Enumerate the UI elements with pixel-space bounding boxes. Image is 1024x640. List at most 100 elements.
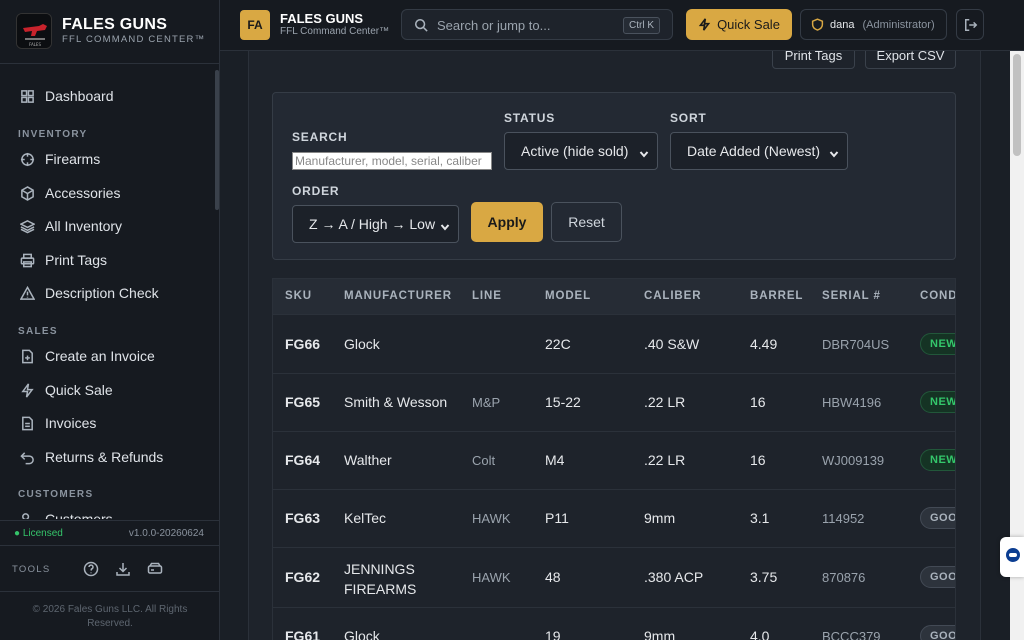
cell-manufacturer: Smith & Wesson xyxy=(344,394,448,410)
column-header-sku[interactable]: SKU xyxy=(285,290,312,302)
cell-caliber: .380 ACP xyxy=(644,569,704,585)
column-header-line[interactable]: LINE xyxy=(472,290,502,302)
user-avatar-badge[interactable]: FA xyxy=(240,10,270,40)
sidebar-item-label: Firearms xyxy=(45,151,101,167)
sidebar-item-invoices[interactable]: Invoices xyxy=(8,408,208,438)
cell-barrel: 3.1 xyxy=(750,510,770,526)
export-csv-button[interactable]: Export CSV xyxy=(865,51,956,69)
page-scrollbar-thumb[interactable] xyxy=(1013,54,1021,156)
inventory-search-input[interactable]: Manufacturer, model, serial, caliber xyxy=(292,152,492,170)
global-search-input[interactable]: Search or jump to... Ctrl K xyxy=(401,9,673,40)
quick-sale-label: Quick Sale xyxy=(717,17,780,32)
table-header: SKU MANUFACTURER LINE MODEL CALIBER BARR… xyxy=(273,279,955,315)
sort-select-value: Date Added (Newest) xyxy=(687,143,821,159)
chevron-down-icon xyxy=(440,219,450,231)
dashboard-icon xyxy=(21,89,34,103)
help-icon[interactable] xyxy=(83,561,99,577)
sidebar-item-dashboard[interactable]: Dashboard xyxy=(8,81,208,111)
table-row[interactable]: FG64 Walther Colt M4 .22 LR 16 WJ009139 … xyxy=(273,432,955,490)
column-header-manufacturer[interactable]: MANUFACTURER xyxy=(344,290,452,302)
main-content: Print Tags Export CSV SEARCH Manufacture… xyxy=(220,51,1010,640)
sidebar: FALES FALES GUNS FFL COMMAND CENTER™ Das… xyxy=(0,0,220,640)
sidebar-item-firearms[interactable]: Firearms xyxy=(8,144,208,174)
sidebar-item-label: Returns & Refunds xyxy=(45,449,164,465)
column-header-condition[interactable]: CONDITION xyxy=(920,290,955,302)
cell-manufacturer: Glock xyxy=(344,628,380,640)
sidebar-scrollbar[interactable] xyxy=(215,70,219,210)
column-header-model[interactable]: MODEL xyxy=(545,290,591,302)
sidebar-item-customers[interactable]: Customers xyxy=(8,504,208,519)
shield-icon xyxy=(811,18,824,31)
column-header-serial[interactable]: SERIAL # xyxy=(822,290,881,302)
order-select-value: Z → A / High → Low xyxy=(309,216,436,232)
brand-logo[interactable]: FALES xyxy=(16,13,52,49)
cell-caliber: 9mm xyxy=(644,628,676,640)
sidebar-item-all-inventory[interactable]: All Inventory xyxy=(8,211,208,241)
cell-model: 15-22 xyxy=(545,394,581,410)
sort-select[interactable]: Date Added (Newest) xyxy=(670,132,848,170)
cell-sku: FG61 xyxy=(285,628,321,640)
section-sales: SALES xyxy=(18,326,58,337)
logout-icon xyxy=(965,19,978,31)
sidebar-item-description-check[interactable]: Description Check xyxy=(8,278,208,308)
chat-icon xyxy=(1006,548,1020,562)
cell-serial: BCCC379 xyxy=(822,629,881,640)
print-tags-button[interactable]: Print Tags xyxy=(772,51,855,69)
sidebar-item-create-invoice[interactable]: Create an Invoice xyxy=(8,341,208,371)
topbar-title: FALES GUNS xyxy=(280,11,364,26)
global-search-placeholder: Search or jump to... xyxy=(437,18,551,33)
cell-serial: WJ009139 xyxy=(822,453,885,468)
cell-model: 19 xyxy=(545,628,561,640)
chat-widget-tab[interactable] xyxy=(1000,537,1024,577)
box-icon xyxy=(21,185,34,201)
quick-sale-button[interactable]: Quick Sale xyxy=(686,9,792,40)
printer-icon xyxy=(20,253,35,267)
logout-button[interactable] xyxy=(956,9,984,40)
column-header-caliber[interactable]: CALIBER xyxy=(644,290,701,302)
sidebar-item-accessories[interactable]: Accessories xyxy=(8,178,208,208)
section-inventory: INVENTORY xyxy=(18,129,88,140)
download-icon[interactable] xyxy=(115,561,131,577)
lightning-icon xyxy=(698,18,711,31)
condition-badge: GOOD xyxy=(920,625,955,640)
status-select[interactable]: Active (hide sold) xyxy=(504,132,658,170)
table-row[interactable]: FG63 KelTec HAWK P11 9mm 3.1 114952 GOOD xyxy=(273,490,955,548)
sidebar-item-label: Print Tags xyxy=(45,252,107,268)
chevron-down-icon xyxy=(829,146,839,158)
condition-badge: GOOD xyxy=(920,566,955,588)
sidebar-item-print-tags[interactable]: Print Tags xyxy=(8,245,208,275)
cell-caliber: 9mm xyxy=(644,510,676,526)
chevron-down-icon xyxy=(639,146,649,158)
sidebar-item-returns[interactable]: Returns & Refunds xyxy=(8,442,208,472)
sidebar-item-quick-sale[interactable]: Quick Sale xyxy=(8,375,208,405)
user-role: (Administrator) xyxy=(862,18,935,31)
reset-button[interactable]: Reset xyxy=(551,202,622,242)
cell-caliber: .22 LR xyxy=(644,452,686,468)
crosshair-icon xyxy=(20,152,35,166)
apply-button[interactable]: Apply xyxy=(471,202,543,242)
drive-icon[interactable] xyxy=(147,561,163,577)
inventory-table: SKU MANUFACTURER LINE MODEL CALIBER BARR… xyxy=(272,278,956,640)
sidebar-item-label: Quick Sale xyxy=(45,382,113,398)
cell-serial: 114952 xyxy=(822,511,865,526)
cell-sku: FG63 xyxy=(285,510,321,526)
table-row[interactable]: FG65 Smith & Wesson M&P 15-22 .22 LR 16 … xyxy=(273,374,955,432)
search-label: SEARCH xyxy=(292,130,348,144)
order-select[interactable]: Z → A / High → Low xyxy=(292,205,459,243)
sidebar-item-label: Invoices xyxy=(45,415,97,431)
cell-sku: FG65 xyxy=(285,394,321,410)
condition-badge: GOOD xyxy=(920,507,955,529)
brand-title: FALES GUNS xyxy=(62,16,168,33)
user-menu[interactable]: dana (Administrator) xyxy=(800,9,947,40)
cell-serial: 870876 xyxy=(822,570,866,585)
table-row[interactable]: FG61 Glock 19 9mm 4.0 BCCC379 GOOD xyxy=(273,608,955,640)
warning-icon xyxy=(20,285,35,300)
cell-serial: HBW4196 xyxy=(822,395,882,410)
column-header-barrel[interactable]: BARREL xyxy=(750,290,803,302)
table-row[interactable]: FG62 JENNINGS FIREARMS HAWK 48 .380 ACP … xyxy=(273,548,955,608)
section-customers: CUSTOMERS xyxy=(18,489,94,500)
cell-sku: FG66 xyxy=(285,336,321,352)
app-version: v1.0.0-20260624 xyxy=(128,528,204,539)
table-row[interactable]: FG66 Glock 22C .40 S&W 4.49 DBR704US NEW xyxy=(273,316,955,374)
cell-manufacturer: Glock xyxy=(344,336,380,352)
